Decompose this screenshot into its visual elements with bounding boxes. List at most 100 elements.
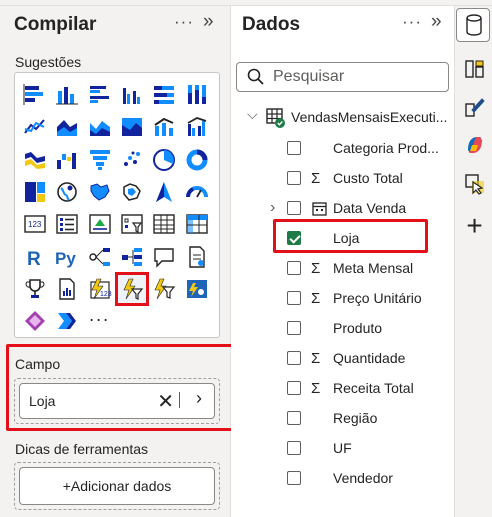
field-checkbox[interactable] (287, 441, 301, 455)
field-label: Receita Total (333, 380, 414, 396)
100-column-chart-icon[interactable] (184, 82, 210, 108)
funnel-chart-icon[interactable] (87, 147, 113, 173)
line-chart-icon[interactable] (22, 114, 48, 140)
kpi-icon[interactable] (87, 211, 113, 237)
clustered-bar-chart-icon[interactable] (87, 82, 113, 108)
right-rail (455, 6, 492, 517)
field-checkbox[interactable] (287, 261, 301, 275)
clustered-column-chart-icon[interactable] (119, 82, 145, 108)
field-checkbox[interactable] (287, 141, 301, 155)
100-bar-chart-icon[interactable] (151, 82, 177, 108)
field-checkbox[interactable] (287, 171, 301, 185)
field-row[interactable]: Σ Meta Mensal (231, 253, 455, 283)
build-more-options-button[interactable]: ··· (174, 12, 194, 32)
azure-map-icon[interactable] (151, 179, 177, 205)
field-checkbox[interactable] (287, 291, 301, 305)
field-label: Preço Unitário (333, 290, 422, 306)
more-visuals-button[interactable]: ··· (89, 309, 110, 330)
format-visual-icon[interactable] (461, 93, 488, 120)
map-icon[interactable] (54, 179, 80, 205)
key-influencers-icon[interactable] (87, 244, 113, 270)
field-row[interactable]: Σ Quantidade (231, 343, 455, 373)
data-pane-toggle[interactable] (456, 8, 490, 42)
filled-map-icon[interactable] (87, 179, 113, 205)
svg-text:R: R (27, 249, 41, 269)
field-label: Vendedor (333, 470, 393, 486)
search-input[interactable]: Pesquisar (236, 62, 449, 92)
database-icon (466, 14, 482, 36)
field-checkbox[interactable] (287, 201, 301, 215)
field-checkbox[interactable] (287, 351, 301, 365)
line-clustered-column-icon[interactable] (184, 114, 210, 140)
custom-visual-icon[interactable] (184, 276, 210, 302)
field-label: Data Venda (333, 200, 407, 216)
data-collapse-button[interactable]: » (431, 11, 443, 33)
field-checkbox[interactable] (287, 381, 301, 395)
field-checkbox[interactable] (287, 471, 301, 485)
100-area-chart-icon[interactable] (119, 114, 145, 140)
trophy-icon[interactable] (22, 276, 48, 302)
field-well: Loja ✕ › (14, 378, 220, 424)
chevron-right-icon[interactable]: › (196, 388, 202, 409)
build-visual-icon[interactable] (461, 55, 488, 82)
narrative-icon[interactable] (184, 244, 210, 270)
add-data-button[interactable]: +Adicionar dados (19, 467, 215, 505)
line-column-chart-icon[interactable] (151, 114, 177, 140)
field-row[interactable]: Vendedor (231, 463, 455, 493)
chevron-down-icon[interactable]: ⌵ (247, 106, 258, 123)
remove-field-icon[interactable]: ✕ (157, 389, 174, 414)
shape-map-icon[interactable] (119, 179, 145, 205)
field-label: Meta Mensal (333, 260, 414, 276)
data-pane-title: Dados (242, 14, 301, 35)
power-apps-icon[interactable]: 123 (87, 276, 113, 302)
decomposition-tree-icon[interactable] (119, 244, 145, 270)
table-visual-icon[interactable] (151, 211, 177, 237)
field-row[interactable]: Produto (231, 313, 455, 343)
field-row[interactable]: Categoria Prod... (231, 133, 455, 163)
paginated-report-icon[interactable] (54, 276, 80, 302)
copilot-icon[interactable] (461, 131, 488, 158)
area-chart-icon[interactable] (54, 114, 80, 140)
pill-divider (179, 392, 180, 408)
field-row[interactable]: UF (231, 433, 455, 463)
field-row[interactable]: Σ Custo Total (231, 163, 455, 193)
r-visual-icon[interactable]: R (22, 244, 48, 270)
field-row[interactable]: Σ Receita Total (231, 373, 455, 403)
power-platform-icon[interactable] (22, 308, 48, 334)
field-section-label: Campo (15, 356, 61, 372)
chevron-right-icon[interactable]: › (270, 199, 275, 217)
build-pane-title: Compilar (14, 14, 97, 35)
stacked-area-chart-icon[interactable] (87, 114, 113, 140)
multi-row-card-icon[interactable] (54, 211, 80, 237)
field-label: UF (333, 440, 352, 456)
add-pane-icon[interactable]: + (461, 210, 488, 241)
table-row[interactable]: ⌵ VendasMensaisExecuti... (231, 102, 455, 132)
gauge-icon[interactable] (184, 179, 210, 205)
field-checkbox[interactable] (287, 411, 301, 425)
card-icon[interactable]: 123 (22, 211, 48, 237)
pie-chart-icon[interactable] (151, 147, 177, 173)
smart-narrative-filter-icon[interactable] (151, 276, 177, 302)
slicer-icon[interactable] (119, 211, 145, 237)
field-row[interactable]: Região (231, 403, 455, 433)
stacked-bar-chart-icon[interactable] (22, 82, 48, 108)
chevron-visual-icon[interactable] (54, 308, 80, 334)
filter-pointer-icon[interactable] (461, 170, 488, 197)
field-pill[interactable]: Loja ✕ › (19, 383, 215, 419)
treemap-icon[interactable] (22, 179, 48, 205)
field-row[interactable]: Σ Preço Unitário (231, 283, 455, 313)
python-visual-icon[interactable]: Py (54, 244, 80, 270)
data-more-options-button[interactable]: ··· (402, 12, 422, 32)
matrix-icon[interactable] (184, 211, 210, 237)
power-automate-icon[interactable] (114, 271, 149, 306)
donut-chart-icon[interactable] (184, 147, 210, 173)
build-collapse-button[interactable]: » (203, 11, 215, 33)
scatter-chart-icon[interactable] (119, 147, 145, 173)
field-checkbox[interactable] (287, 321, 301, 335)
qa-icon[interactable] (151, 244, 177, 270)
stacked-column-chart-icon[interactable] (54, 82, 80, 108)
field-label: Custo Total (333, 170, 403, 186)
waterfall-chart-icon[interactable] (54, 147, 80, 173)
search-placeholder: Pesquisar (273, 68, 345, 85)
ribbon-chart-icon[interactable] (22, 147, 48, 173)
